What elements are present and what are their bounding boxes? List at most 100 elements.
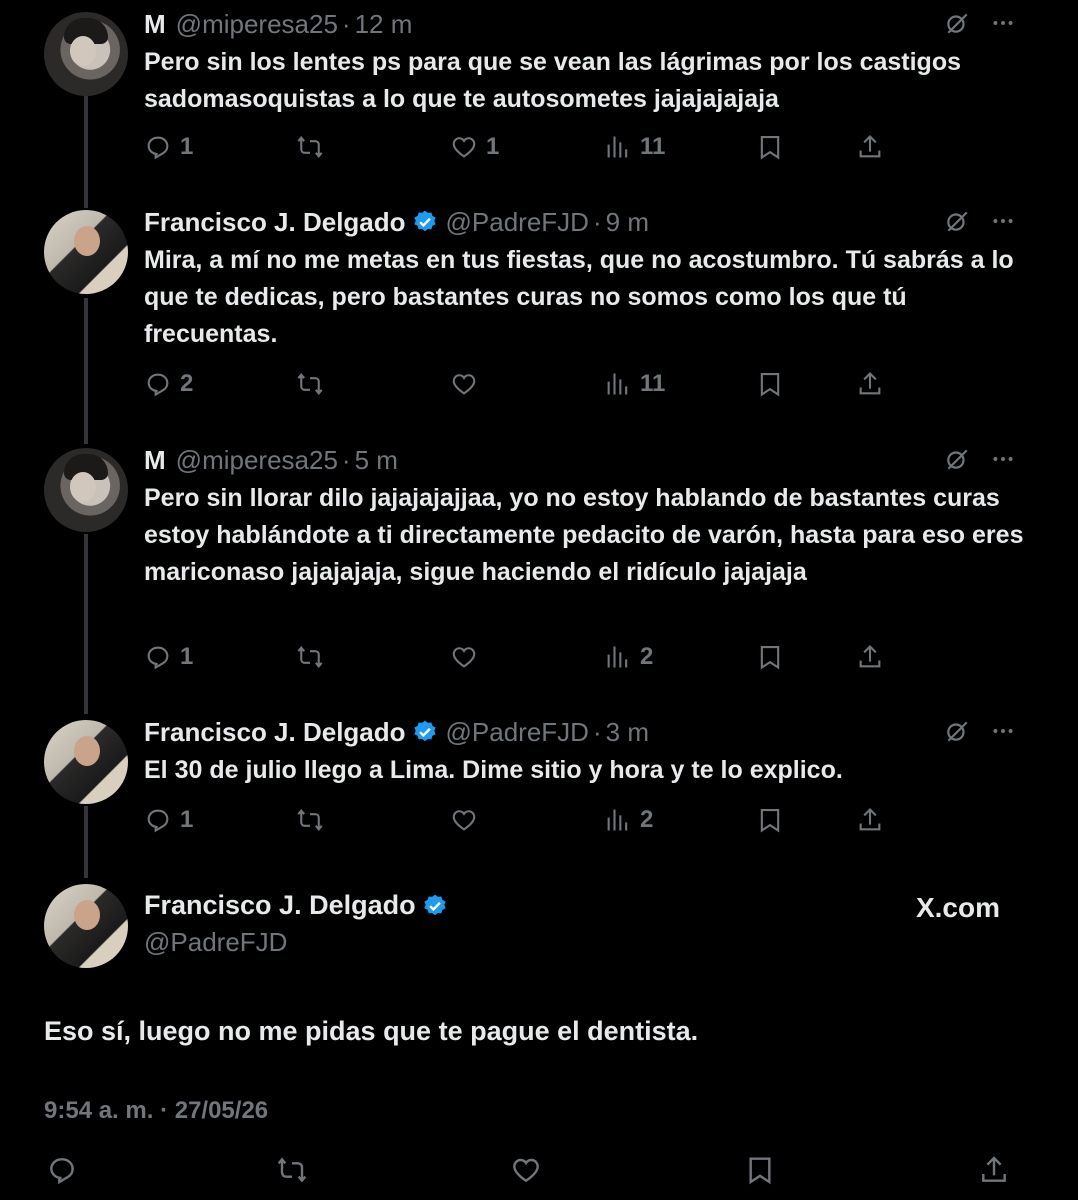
views-button[interactable]: 2 [604,800,653,840]
retweet-button[interactable] [296,364,332,404]
more-icon[interactable] [990,446,1016,472]
tweet-text: Mira, a mí no me metas en tus fiestas, q… [144,246,1014,348]
reply-button[interactable]: 1 [144,127,193,167]
reply-icon [144,643,172,671]
more-icon[interactable] [990,208,1016,234]
reply-tweet[interactable]: Francisco J. Delgado @PadreFJD · 9 m Mir… [0,202,1078,422]
author-name[interactable]: M [144,445,166,476]
bookmark-button[interactable] [756,637,784,677]
like-button[interactable] [450,637,486,677]
bookmark-button[interactable] [756,364,784,404]
reply-button[interactable] [46,1150,78,1190]
share-button[interactable] [856,127,884,167]
author-handle[interactable]: @PadreFJD [446,717,589,748]
avatar[interactable] [44,12,128,96]
separator-dot: · [592,206,602,237]
like-button[interactable]: 1 [450,127,499,167]
like-button[interactable] [450,364,486,404]
author-handle[interactable]: @PadreFJD [446,207,589,238]
like-icon [510,1154,542,1186]
views-count: 2 [640,806,654,833]
tweet-time[interactable]: 5 m [355,445,398,476]
like-button[interactable] [510,1150,542,1190]
reply-tweet[interactable]: Francisco J. Delgado @PadreFJD · 3 m El … [0,712,1078,842]
separator-dot: · [592,716,602,747]
retweet-icon [276,1154,308,1186]
main-author-name[interactable]: Francisco J. Delgado [144,890,416,921]
bookmark-icon [756,806,784,834]
reply-button[interactable]: 2 [144,364,193,404]
tweet-actions: 1 1 11 [144,127,904,167]
reply-count: 2 [180,370,194,397]
retweet-icon [296,806,324,834]
share-button[interactable] [978,1150,1010,1190]
reply-tweet[interactable]: M @miperesa25 · 12 m Pero sin los lentes… [0,4,1078,184]
more-icon[interactable] [990,718,1016,744]
reply-button[interactable]: 1 [144,800,193,840]
bookmark-icon [756,370,784,398]
verified-badge-icon [412,209,438,235]
author-name[interactable]: Francisco J. Delgado [144,717,406,748]
avatar[interactable] [44,720,128,804]
tweet-text: Pero sin llorar dilo jajajajajjaa, yo no… [144,484,1024,586]
separator-dot: · [341,444,351,475]
bookmark-button[interactable] [744,1150,776,1190]
reply-count: 1 [180,133,194,160]
share-button[interactable] [856,637,884,677]
author-name[interactable]: Francisco J. Delgado [144,207,406,238]
more-icon[interactable] [990,10,1016,36]
views-count: 11 [640,133,666,160]
views-icon [604,370,632,398]
share-button[interactable] [856,800,884,840]
retweet-button[interactable] [296,800,332,840]
main-avatar[interactable] [44,884,128,968]
retweet-button[interactable] [296,637,332,677]
bookmark-icon [756,643,784,671]
tweet-time[interactable]: 12 m [355,9,413,40]
author-name[interactable]: M [144,9,166,40]
avatar[interactable] [44,210,128,294]
grok-icon[interactable] [944,446,970,472]
separator-dot: · [341,8,351,39]
tweet-time[interactable]: 9 m [606,207,649,238]
views-button[interactable]: 11 [604,127,665,167]
grok-icon[interactable] [944,10,970,36]
views-icon [604,643,632,671]
share-icon [856,133,884,161]
main-author-handle[interactable]: @PadreFJD [144,927,454,958]
main-tweet-text: Eso sí, luego no me pidas que te pague e… [44,1016,699,1046]
main-timestamp[interactable]: 9:54 a. m. · 27/05/26 [44,1097,268,1125]
share-icon [856,643,884,671]
like-icon [450,806,478,834]
views-count: 2 [640,643,654,670]
views-button[interactable]: 2 [604,637,653,677]
share-button[interactable] [856,364,884,404]
tweet-actions: 2 11 [144,364,904,404]
verified-badge-icon [412,719,438,745]
views-button[interactable]: 11 [604,364,665,404]
tweet-actions: 1 2 [144,800,904,840]
tweet-text: Pero sin los lentes ps para que se vean … [144,48,961,113]
avatar[interactable] [44,448,128,532]
bookmark-button[interactable] [756,127,784,167]
author-handle[interactable]: @miperesa25 [176,445,338,476]
reply-tweet[interactable]: M @miperesa25 · 5 m Pero sin llorar dilo… [0,440,1078,696]
like-icon [450,370,478,398]
retweet-icon [296,133,324,161]
bookmark-icon [744,1154,776,1186]
reply-count: 1 [180,806,194,833]
reply-button[interactable]: 1 [144,637,193,677]
author-handle[interactable]: @miperesa25 [176,9,338,40]
grok-icon[interactable] [944,208,970,234]
tweet-time[interactable]: 3 m [606,717,649,748]
views-icon [604,133,632,161]
bookmark-button[interactable] [756,800,784,840]
share-icon [856,370,884,398]
retweet-button[interactable] [276,1150,308,1190]
like-button[interactable] [450,800,486,840]
retweet-icon [296,643,324,671]
main-tweet-actions [0,1150,1078,1194]
retweet-button[interactable] [296,127,332,167]
grok-icon[interactable] [944,718,970,744]
like-icon [450,643,478,671]
